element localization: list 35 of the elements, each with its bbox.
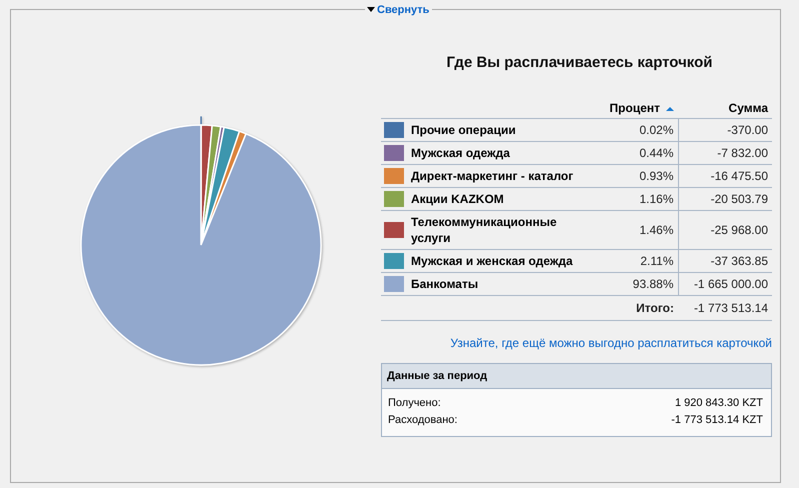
period-title: Данные за период (387, 370, 488, 382)
chart-title: Где Вы расплачиваетесь карточкой (446, 54, 714, 71)
sum-value: -1 665 000.00 (694, 277, 768, 291)
sum-value: -37 363.85 (710, 254, 768, 268)
triangle-icon (367, 7, 375, 12)
total-value: -1 773 513.14 (694, 301, 768, 315)
category-name: Акции KAZKOM (411, 191, 504, 207)
category-name: Мужская и женская одежда (411, 253, 573, 269)
percent-value: 0.02% (639, 123, 674, 137)
category-name: Мужская одежда (411, 145, 510, 161)
period-value: 1 920 843.30 KZT (674, 397, 763, 411)
sum-value: -370.00 (727, 123, 768, 137)
sum-value: -7 832.00 (717, 146, 768, 160)
category-name: Директ-маркетинг - каталог (411, 168, 574, 184)
period-label: Получено: (388, 397, 441, 411)
percent-value: 0.93% (639, 169, 674, 183)
percent-value: 1.46% (639, 223, 674, 237)
category-name: Прочие операции (411, 122, 516, 138)
sort-up-icon (666, 106, 674, 111)
percent-value: 1.16% (639, 192, 674, 206)
category-name: Телекоммуникационные услуги (411, 214, 558, 246)
period-label: Расходовано: (388, 414, 458, 428)
column-header[interactable]: Процент (589, 101, 678, 118)
collapse-link[interactable]: Свернуть (367, 2, 430, 16)
sum-value: -16 475.50 (710, 169, 768, 183)
total-label: Итого: (636, 301, 674, 315)
sum-value: -25 968.00 (710, 223, 768, 237)
percent-value: 0.44% (639, 146, 674, 160)
column-header[interactable]: Сумма (678, 101, 772, 118)
period-value: -1 773 513.14 KZT (671, 414, 763, 428)
percent-value: 2.11% (640, 254, 674, 268)
category-name: Банкоматы (411, 276, 478, 292)
sum-value: -20 503.79 (710, 192, 768, 206)
percent-value: 93.88% (632, 277, 674, 291)
info-link[interactable]: Узнайте, где ещё можно выгодно расплатиться карточкой (450, 336, 772, 350)
